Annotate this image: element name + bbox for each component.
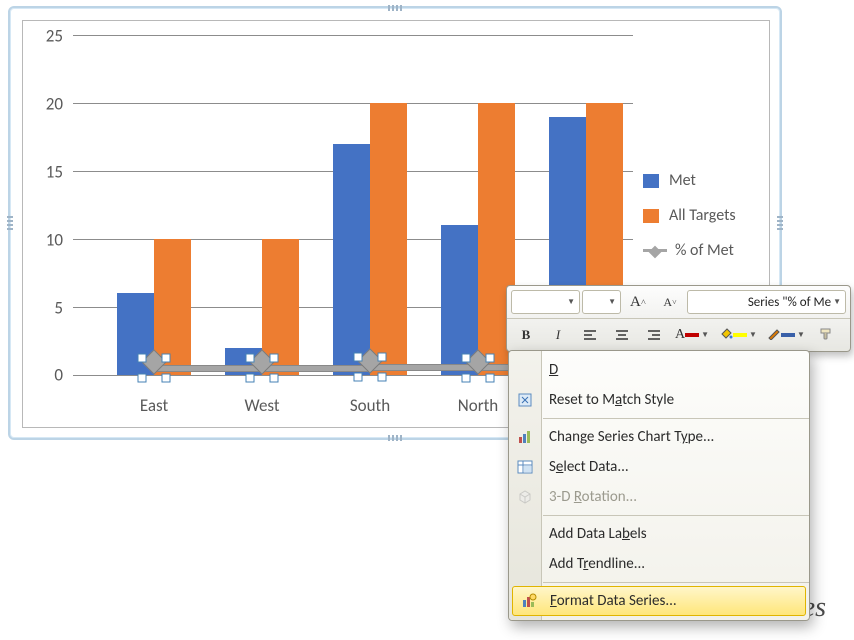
x-tick-label: North (458, 395, 499, 416)
selection-handle[interactable] (270, 354, 279, 363)
chevron-down-icon: ▼ (833, 297, 841, 307)
grow-font-button[interactable]: A˄ (623, 290, 653, 314)
selection-handle[interactable] (354, 353, 363, 362)
bar-met[interactable] (333, 144, 370, 375)
selection-handle[interactable] (462, 374, 471, 383)
line-segment[interactable] (154, 365, 262, 372)
fill-color-button[interactable]: ▼ (715, 323, 761, 347)
menu-item-3d-rotation: 3-D Rotation... (509, 482, 809, 512)
chevron-down-icon: ▼ (701, 330, 709, 340)
legend-label: % of Met (675, 241, 734, 260)
legend-swatch (643, 209, 659, 223)
x-tick-label: South (350, 395, 390, 416)
cube-icon (516, 488, 534, 506)
legend-label: All Targets (669, 206, 736, 225)
gridline: 25 (73, 35, 633, 36)
legend[interactable]: Met All Targets % of Met (643, 171, 763, 276)
color-swatch (685, 333, 699, 337)
y-tick-label: 10 (46, 230, 63, 251)
menu-separator (543, 582, 809, 583)
legend-line-marker (643, 249, 667, 252)
format-series-icon (520, 592, 538, 610)
chart-type-icon (516, 428, 534, 446)
menu-item-format-data-series[interactable]: Format Data Series... (512, 586, 806, 616)
y-tick-label: 5 (54, 298, 63, 319)
menu-item-delete[interactable]: D (509, 355, 809, 385)
selection-handle[interactable] (486, 354, 495, 363)
y-tick-label: 20 (46, 94, 63, 115)
menu-item-change-series-chart-type[interactable]: Change Series Chart Type... (509, 422, 809, 452)
line-segment[interactable] (370, 364, 478, 371)
x-tick-label: East (140, 395, 168, 416)
context-menu[interactable]: D Reset to Match Style Change Series Cha… (508, 350, 810, 621)
y-tick-label: 0 (54, 365, 63, 386)
gridline: 20 (73, 103, 633, 104)
line-segment[interactable] (262, 365, 370, 372)
legend-item-percent-of-met[interactable]: % of Met (643, 241, 763, 260)
legend-item-all-targets[interactable]: All Targets (643, 206, 763, 225)
selection-handle[interactable] (378, 373, 387, 382)
legend-swatch (643, 174, 659, 188)
resize-handle-top[interactable] (388, 5, 402, 11)
menu-item-reset-to-match-style[interactable]: Reset to Match Style (509, 385, 809, 415)
menu-item-select-data[interactable]: Select Data... (509, 452, 809, 482)
selection-handle[interactable] (138, 354, 147, 363)
selection-handle[interactable] (246, 374, 255, 383)
legend-label: Met (669, 171, 696, 190)
selection-handle[interactable] (354, 373, 363, 382)
legend-item-met[interactable]: Met (643, 171, 763, 190)
chart-element-selector[interactable]: Series "% of Me▼ (687, 290, 846, 314)
italic-button[interactable]: I (543, 323, 573, 347)
bold-button[interactable]: B (511, 323, 541, 347)
selection-handle[interactable] (138, 374, 147, 383)
selection-handle[interactable] (462, 354, 471, 363)
brush-icon (818, 326, 834, 344)
font-name-dropdown[interactable]: ▼ (511, 290, 580, 314)
y-tick-label: 15 (46, 162, 63, 183)
bar-all-targets[interactable] (370, 103, 407, 375)
chevron-down-icon: ▼ (567, 297, 575, 307)
pen-icon (767, 326, 781, 344)
selection-handle[interactable] (270, 374, 279, 383)
selection-handle[interactable] (486, 374, 495, 383)
chevron-down-icon: ▼ (749, 330, 757, 340)
chevron-down-icon: ▼ (797, 330, 805, 340)
menu-item-add-data-labels[interactable]: Add Data Labels (509, 519, 809, 549)
menu-separator (543, 418, 809, 419)
format-painter-button[interactable] (811, 323, 841, 347)
reset-icon (516, 391, 534, 409)
menu-item-add-trendline[interactable]: Add Trendline... (509, 549, 809, 579)
color-swatch (733, 333, 747, 337)
mini-toolbar[interactable]: ▼ ▼ A˄ A˅ Series "% of Me▼ B I A▼ ▼ ▼ (506, 285, 851, 352)
selection-handle[interactable] (162, 354, 171, 363)
font-size-dropdown[interactable]: ▼ (582, 290, 621, 314)
align-left-button[interactable] (575, 323, 605, 347)
chevron-down-icon: ▼ (608, 297, 616, 307)
select-data-icon (516, 458, 534, 476)
x-tick-label: West (244, 395, 279, 416)
outline-color-button[interactable]: ▼ (763, 323, 809, 347)
resize-handle-bottom[interactable] (388, 435, 402, 441)
paint-bucket-icon (719, 326, 733, 344)
y-tick-label: 25 (46, 26, 63, 47)
selection-handle[interactable] (246, 354, 255, 363)
font-color-button[interactable]: A▼ (671, 323, 713, 347)
selection-handle[interactable] (378, 353, 387, 362)
menu-separator (543, 515, 809, 516)
shrink-font-button[interactable]: A˅ (655, 290, 685, 314)
resize-handle-left[interactable] (7, 216, 13, 230)
resize-handle-right[interactable] (777, 216, 783, 230)
align-right-button[interactable] (639, 323, 669, 347)
color-swatch (781, 333, 795, 337)
chart-element-value: Series "% of Me (748, 295, 831, 310)
bar-met[interactable] (441, 225, 478, 375)
selection-handle[interactable] (162, 374, 171, 383)
align-center-button[interactable] (607, 323, 637, 347)
